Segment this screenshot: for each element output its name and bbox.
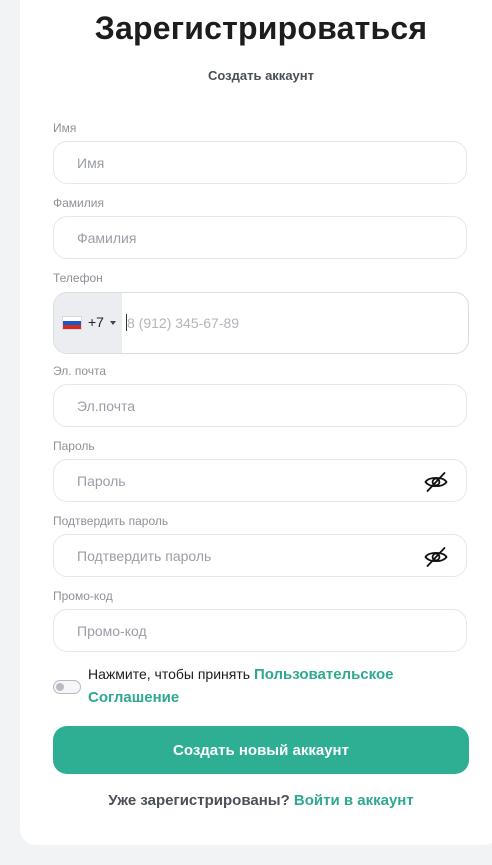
page-subtitle: Создать аккаунт	[208, 68, 314, 83]
first-name-label: Имя	[53, 121, 77, 135]
confirm-password-field-wrapper	[53, 534, 467, 577]
first-name-input[interactable]	[77, 142, 397, 183]
last-name-field-wrapper	[53, 216, 467, 259]
password-field-wrapper	[53, 459, 467, 502]
create-account-button[interactable]: Создать новый аккаунт	[53, 726, 469, 774]
confirm-password-input[interactable]	[77, 535, 397, 576]
promo-field-wrapper	[53, 609, 467, 652]
eye-off-icon[interactable]	[424, 470, 448, 494]
phone-field: +7	[53, 292, 469, 354]
agreement-prefix: Нажмите, чтобы принять	[88, 666, 251, 682]
password-label: Пароль	[53, 439, 95, 453]
eye-off-icon[interactable]	[424, 545, 448, 569]
email-field-wrapper	[53, 384, 467, 427]
email-input[interactable]	[77, 385, 397, 426]
password-input[interactable]	[77, 460, 397, 501]
country-selector[interactable]: +7	[54, 293, 122, 353]
login-prompt-text: Уже зарегистрированы?	[108, 792, 290, 809]
login-link[interactable]: Войти в аккаунт	[294, 792, 414, 809]
russia-flag-icon	[62, 316, 82, 330]
last-name-label: Фамилия	[53, 196, 104, 210]
country-code: +7	[88, 314, 104, 330]
page-title: Зарегистрироваться	[94, 10, 428, 46]
agreement-text: Нажмите, чтобы принять Пользовательское …	[88, 663, 418, 709]
login-prompt: Уже зарегистрированы? Войти в аккаунт	[0, 792, 492, 809]
phone-input[interactable]	[127, 293, 447, 353]
promo-label: Промо-код	[53, 589, 113, 603]
last-name-input[interactable]	[77, 217, 397, 258]
toggle-knob	[56, 683, 64, 691]
email-label: Эл. почта	[53, 364, 107, 378]
agreement-toggle[interactable]	[53, 680, 81, 694]
caret-down-icon	[110, 321, 116, 325]
phone-label: Телефон	[53, 271, 103, 285]
confirm-password-label: Подтвердить пароль	[53, 514, 169, 528]
first-name-field-wrapper	[53, 141, 467, 184]
promo-input[interactable]	[77, 610, 397, 651]
